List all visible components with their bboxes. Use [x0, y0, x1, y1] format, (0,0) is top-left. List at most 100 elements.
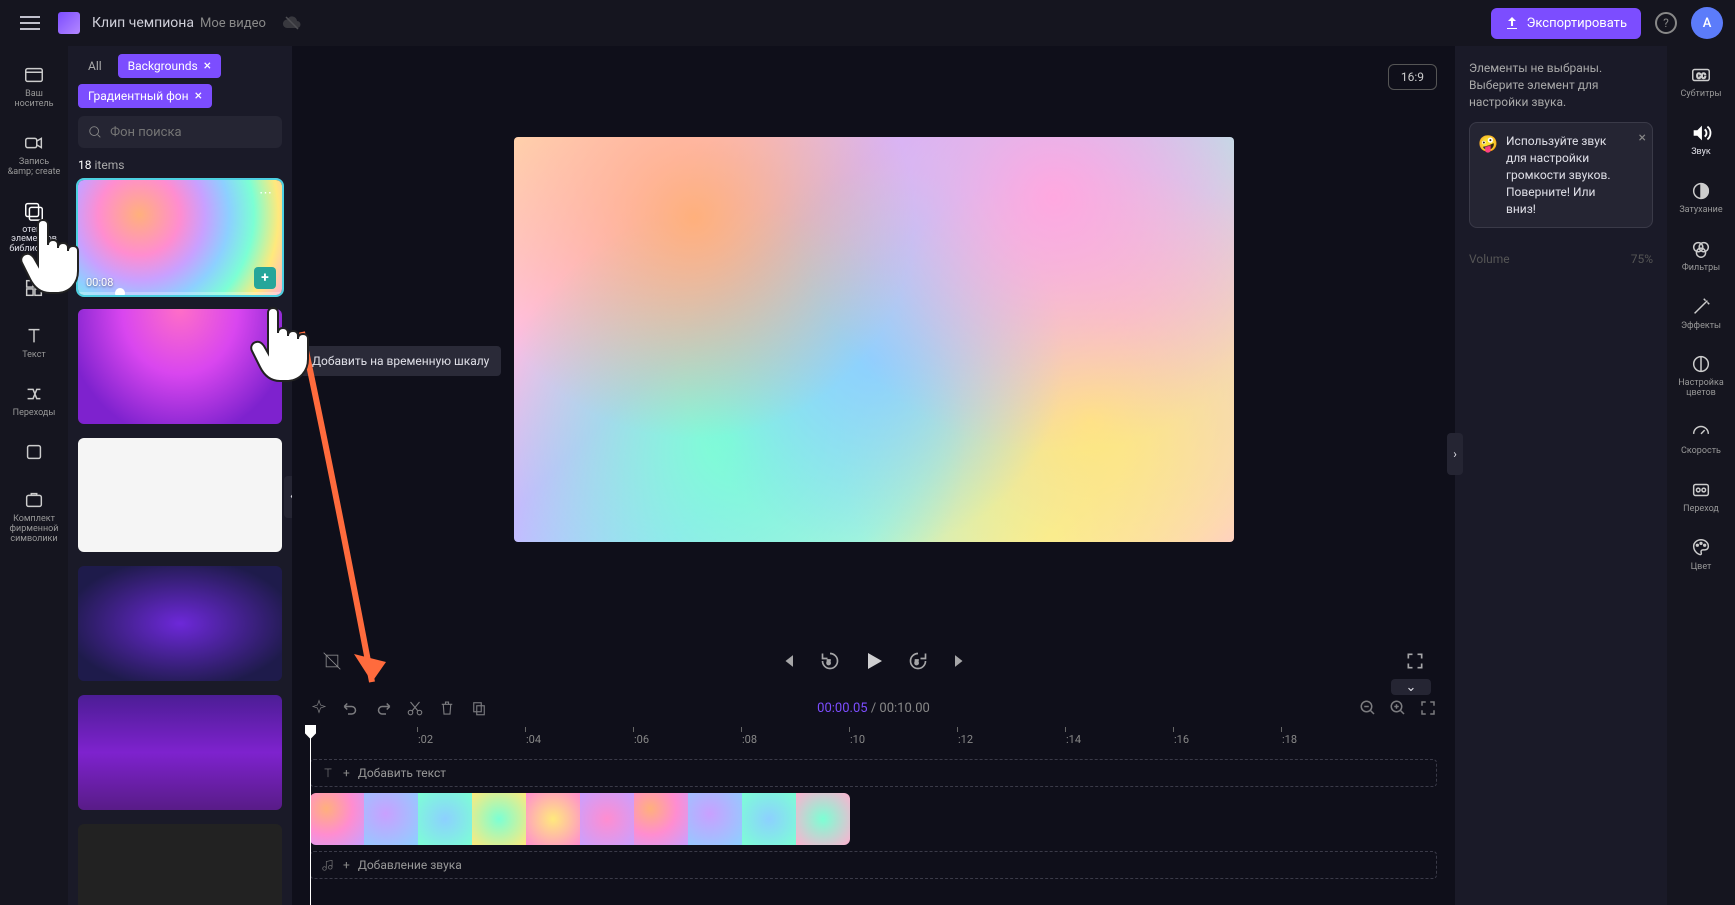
delete-icon[interactable]: [438, 699, 456, 717]
nav-text[interactable]: Текст: [4, 315, 64, 371]
thumbnail-gradient-2[interactable]: [78, 309, 282, 424]
svg-text:CC: CC: [1696, 72, 1706, 81]
search-input[interactable]: [78, 116, 282, 148]
help-icon[interactable]: ?: [1655, 12, 1677, 34]
nav-filters[interactable]: Фильтры: [1671, 228, 1731, 284]
cut-icon[interactable]: [406, 699, 424, 717]
properties-panel: Элементы не выбраны. Выберите элемент дл…: [1455, 46, 1667, 905]
magic-icon[interactable]: [310, 699, 328, 717]
audio-track[interactable]: + Добавление звука: [310, 851, 1437, 879]
tick: :06: [634, 733, 649, 746]
upload-icon: [1505, 16, 1519, 30]
zoom-fit-icon[interactable]: [1419, 699, 1437, 717]
skip-start-icon[interactable]: [778, 651, 798, 671]
play-icon[interactable]: [862, 649, 886, 673]
video-preview[interactable]: [514, 137, 1234, 542]
thumbnail-gradient-3[interactable]: [78, 566, 282, 681]
close-icon[interactable]: ×: [204, 59, 211, 73]
duplicate-icon[interactable]: [470, 699, 488, 717]
nav-speed[interactable]: Скорость: [1671, 411, 1731, 467]
more-icon[interactable]: ⋯: [259, 186, 274, 201]
nav-transition[interactable]: Переход: [1671, 469, 1731, 525]
volume-value: 75%: [1631, 252, 1653, 266]
preview-area: 16:9 Добавить на временную шкалу: [292, 46, 1455, 633]
avatar[interactable]: A: [1691, 7, 1723, 39]
music-icon: [321, 858, 335, 872]
menu-hamburger-icon[interactable]: [12, 8, 48, 38]
nav-effects[interactable]: Эффекты: [1671, 286, 1731, 342]
timeline-collapse-icon[interactable]: ⌄: [1391, 679, 1431, 695]
thumbnail-white[interactable]: [78, 438, 282, 553]
logo-icon: [58, 12, 80, 34]
nav-color-adjust[interactable]: Настройка цветов: [1671, 343, 1731, 409]
close-tip-icon[interactable]: ×: [1639, 129, 1646, 149]
nav-brand-kit[interactable]: Комплект фирменной символики: [4, 479, 64, 555]
thumbnail-gradient-4[interactable]: [78, 695, 282, 810]
timeline[interactable]: :02 :04 :06 :08 :10 :12 :14 :16 :18 + До…: [292, 727, 1455, 905]
nav-fade[interactable]: Затухание: [1671, 170, 1731, 226]
text-icon: [321, 766, 335, 780]
tick: :02: [418, 733, 433, 746]
search-icon: [88, 124, 102, 140]
chip-backgrounds[interactable]: Backgrounds×: [118, 54, 221, 78]
thumbnail-gradient-5[interactable]: [78, 824, 282, 905]
timeline-ruler[interactable]: :02 :04 :06 :08 :10 :12 :14 :16 :18: [310, 727, 1455, 753]
add-to-timeline-button[interactable]: +: [254, 267, 276, 289]
item-count: 18 items: [78, 158, 282, 172]
playhead[interactable]: [310, 727, 311, 905]
export-label: Экспортировать: [1527, 16, 1627, 31]
tick: :16: [1174, 733, 1189, 746]
text-track[interactable]: + Добавить текст: [310, 759, 1437, 787]
zoom-out-icon[interactable]: [1359, 699, 1377, 717]
audio-track-label: Добавление звука: [358, 858, 462, 872]
volume-label: Volume: [1469, 252, 1510, 266]
nav-your-media[interactable]: Ваш носитель: [4, 54, 64, 120]
rewind-icon[interactable]: 5: [820, 651, 840, 671]
time-display: 00:00.05 / 00:10.00: [817, 701, 930, 716]
add-tooltip: Добавить на временную шкалу: [300, 346, 501, 376]
tip-emoji-icon: 🤪: [1478, 133, 1498, 155]
tick: :14: [1066, 733, 1081, 746]
panel-info-text: Элементы не выбраны. Выберите элемент дл…: [1469, 60, 1653, 110]
left-nav: Ваш носитель Запись &amp; create отека э…: [0, 46, 68, 905]
search-field[interactable]: [110, 125, 272, 140]
collapse-handle-icon[interactable]: ›: [1447, 433, 1463, 475]
nav-record-create[interactable]: Запись &amp; create: [4, 122, 64, 188]
tick: :08: [742, 733, 757, 746]
svg-text:5: 5: [914, 658, 918, 666]
nav-templates[interactable]: [4, 267, 64, 313]
nav-sound[interactable]: Звук: [1671, 112, 1731, 168]
nav-transitions[interactable]: Переходы: [4, 373, 64, 429]
chip-all[interactable]: All: [78, 54, 112, 78]
aspect-ratio-button[interactable]: 16:9: [1388, 64, 1437, 90]
text-track-label: Добавить текст: [358, 766, 446, 780]
skip-end-icon[interactable]: [950, 651, 970, 671]
nav-subtitles[interactable]: CCСубтитры: [1671, 54, 1731, 110]
fullscreen-icon[interactable]: [1405, 651, 1425, 671]
top-bar: Клип чемпиона Мое видео Экспортировать ?…: [0, 0, 1735, 46]
nav-color[interactable]: Цвет: [1671, 527, 1731, 583]
nav-item-blank[interactable]: [4, 431, 64, 477]
project-subtitle: Мое видео: [200, 16, 266, 31]
redo-icon[interactable]: [374, 699, 392, 717]
library-panel: All Backgrounds× Градиентный фон× 18 ite…: [68, 46, 292, 905]
video-clip[interactable]: [310, 793, 850, 845]
undo-icon[interactable]: [342, 699, 360, 717]
cloud-sync-icon: [282, 15, 302, 31]
center-area: 16:9 Добавить на временную шкалу 5 5 ⌄ 0…: [292, 46, 1455, 905]
volume-row: Volume 75%: [1469, 252, 1653, 266]
timeline-toolbar: ⌄ 00:00.05 / 00:10.00: [292, 689, 1455, 727]
tip-callout: 🤪 Используйте звук для настройки громкос…: [1469, 122, 1653, 228]
export-button[interactable]: Экспортировать: [1491, 8, 1641, 39]
nav-library[interactable]: отека элементов библиотеки: [4, 190, 64, 266]
video-track[interactable]: [310, 793, 1437, 845]
playback-controls: 5 5: [292, 633, 1455, 689]
tick: :12: [958, 733, 973, 746]
zoom-in-icon[interactable]: [1389, 699, 1407, 717]
crop-icon[interactable]: [322, 651, 342, 671]
forward-icon[interactable]: 5: [908, 651, 928, 671]
chip-gradient[interactable]: Градиентный фон×: [78, 84, 212, 108]
close-icon[interactable]: ×: [195, 89, 202, 103]
collapse-handle-icon[interactable]: ‹: [284, 476, 292, 518]
thumbnail-gradient-1[interactable]: ⋯ 00:08 +: [78, 180, 282, 295]
